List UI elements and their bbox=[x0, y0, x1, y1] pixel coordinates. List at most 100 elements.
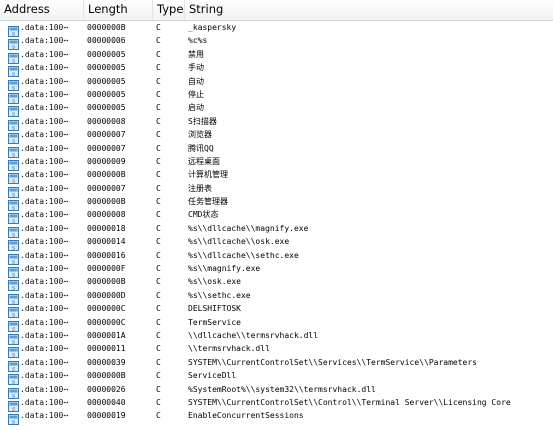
string-cell: EnableConcurrentSessions bbox=[188, 411, 304, 421]
table-row[interactable]: s .data:100⋯ 0000000C C DELSHIFTOSK bbox=[0, 302, 553, 319]
table-row[interactable]: s .data:100⋯ 00000007 C 浏览器 bbox=[0, 128, 553, 144]
column-header-length[interactable]: Length bbox=[84, 0, 153, 20]
address-cell: .data:100⋯ bbox=[20, 210, 69, 220]
column-header-string[interactable]: String bbox=[185, 0, 553, 20]
table-row[interactable]: s .data:100⋯ 0000000C C TermService bbox=[0, 316, 553, 332]
table-row[interactable]: s .data:100⋯ 00000007 C 腾讯QQ bbox=[0, 142, 553, 158]
type-cell: C bbox=[156, 371, 161, 381]
table-row[interactable]: s .data:100⋯ 00000016 C %s\\dllcache\\sethc.… bbox=[0, 249, 553, 265]
address-cell: .data:100⋯ bbox=[20, 304, 69, 314]
address-cell: .data:100⋯ bbox=[20, 130, 69, 140]
string-cell: 停止 bbox=[188, 89, 204, 99]
table-row[interactable]: s .data:100⋯ 00000026 C %SystemRoot%\\system… bbox=[0, 383, 553, 399]
table-row[interactable]: s .data:100⋯ 00000009 C 远程桌面 bbox=[0, 155, 553, 171]
table-row[interactable]: s .data:100⋯ 00000008 C S扫描器 bbox=[0, 115, 553, 131]
string-item-icon: s bbox=[8, 49, 19, 64]
table-row[interactable]: s .data:100⋯ 00000011 C \\termsrvhack.dll bbox=[0, 342, 553, 359]
string-item-icon: s bbox=[8, 384, 19, 399]
address-cell: .data:100⋯ bbox=[20, 290, 69, 300]
length-cell: 0000000D bbox=[87, 290, 126, 300]
length-cell: 0000000C bbox=[87, 317, 126, 327]
address-cell: .data:100⋯ bbox=[20, 344, 69, 354]
string-cell: \\dllcache\\termsrvhack.dll bbox=[188, 330, 319, 340]
string-item-icon: s bbox=[8, 303, 19, 319]
string-cell: SYSTEM\\CurrentControlSet\\Services\\Ter… bbox=[188, 357, 477, 367]
table-row[interactable]: s .data:100⋯ 0000000B C ServiceDll bbox=[0, 369, 553, 385]
table-row[interactable]: s .data:100⋯ 00000005 C 自动 bbox=[0, 75, 553, 91]
address-cell: .data:100⋯ bbox=[20, 183, 69, 193]
address-cell: .data:100⋯ bbox=[20, 357, 69, 367]
length-cell: 00000007 bbox=[87, 183, 126, 193]
length-cell: 00000011 bbox=[87, 344, 126, 354]
column-header-address[interactable]: Address bbox=[0, 0, 84, 20]
string-cell: %SystemRoot%\\system32\\termsrvhack.dll bbox=[188, 384, 376, 394]
string-cell: SYSTEM\\CurrentControlSet\\Control\\Term… bbox=[188, 397, 511, 407]
string-item-icon: s bbox=[8, 62, 19, 77]
address-cell: .data:100⋯ bbox=[20, 170, 69, 180]
length-cell: 00000005 bbox=[87, 76, 126, 86]
table-row[interactable]: s .data:100⋯ 00000005 C 停止 bbox=[0, 88, 553, 104]
type-cell: C bbox=[156, 170, 161, 180]
length-cell: 0000000F bbox=[87, 264, 126, 274]
string-cell: %s\\dllcache\\sethc.exe bbox=[188, 250, 299, 260]
table-row[interactable]: s .data:100⋯ 0000001A C \\dllcache\\termsrvh… bbox=[0, 329, 553, 345]
type-cell: C bbox=[156, 277, 161, 287]
address-cell: .data:100⋯ bbox=[20, 330, 69, 340]
table-row[interactable]: s .data:100⋯ 0000000B C 任务管理器 bbox=[0, 195, 553, 211]
table-row[interactable]: s .data:100⋯ 00000008 C CMD状态 bbox=[0, 208, 553, 225]
table-row[interactable]: s .data:100⋯ 00000006 C %c%s bbox=[0, 34, 553, 51]
address-cell: .data:100⋯ bbox=[20, 103, 69, 113]
table-row[interactable]: s .data:100⋯ 0000000D C %s\\sethc.exe bbox=[0, 289, 553, 305]
string-item-icon: s bbox=[8, 35, 19, 51]
string-cell: %s\\osk.exe bbox=[188, 277, 241, 287]
type-cell: C bbox=[156, 36, 161, 46]
string-cell: 注册表 bbox=[188, 183, 212, 193]
string-item-icon: s bbox=[8, 357, 19, 372]
address-cell: .data:100⋯ bbox=[20, 63, 69, 73]
length-cell: 00000008 bbox=[87, 210, 126, 220]
type-cell: C bbox=[156, 330, 161, 340]
table-row[interactable]: s .data:100⋯ 00000039 C SYSTEM\\CurrentContr… bbox=[0, 356, 553, 372]
length-cell: 00000005 bbox=[87, 89, 126, 99]
table-row[interactable]: s .data:100⋯ 00000019 C EnableConcurrentSess… bbox=[0, 409, 553, 426]
table-row[interactable]: s .data:100⋯ 00000005 C 启动 bbox=[0, 101, 553, 118]
table-row[interactable]: s .data:100⋯ 0000000B C %s\\osk.exe bbox=[0, 275, 553, 292]
type-cell: C bbox=[156, 63, 161, 73]
string-cell: 浏览器 bbox=[188, 130, 212, 140]
string-item-icon: s bbox=[8, 223, 19, 238]
table-row[interactable]: s .data:100⋯ 00000005 C 禁用 bbox=[0, 48, 553, 64]
address-cell: .data:100⋯ bbox=[20, 36, 69, 46]
table-row[interactable]: s .data:100⋯ 00000005 C 手动 bbox=[0, 61, 553, 77]
string-cell: 手动 bbox=[188, 63, 204, 73]
length-cell: 00000008 bbox=[87, 116, 126, 126]
string-item-icon: s bbox=[8, 196, 19, 211]
string-item-icon: s bbox=[8, 129, 19, 144]
string-item-icon: s bbox=[8, 343, 19, 359]
table-row[interactable]: s .data:100⋯ 00000040 C SYSTEM\\CurrentContr… bbox=[0, 396, 553, 412]
table-row[interactable]: s .data:100⋯ 0000000B C 计算机管理 bbox=[0, 168, 553, 185]
length-cell: 00000005 bbox=[87, 49, 126, 59]
type-cell: C bbox=[156, 89, 161, 99]
string-item-icon: s bbox=[8, 156, 19, 171]
table-row[interactable]: s .data:100⋯ 0000000F C %s\\magnify.exe bbox=[0, 262, 553, 278]
length-cell: 0000000B bbox=[87, 197, 126, 207]
string-cell: %s\\sethc.exe bbox=[188, 290, 251, 300]
string-cell: 自动 bbox=[188, 76, 204, 86]
string-item-icon: s bbox=[8, 169, 19, 185]
string-item-icon: s bbox=[8, 209, 19, 225]
type-cell: C bbox=[156, 23, 161, 32]
table-row[interactable]: s .data:100⋯ 00000018 C %s\\dllcache\\magnif… bbox=[0, 222, 553, 238]
length-cell: 0000000B bbox=[87, 23, 126, 32]
column-header-type[interactable]: Type bbox=[153, 0, 185, 20]
table-row[interactable]: s .data:100⋯ 00000014 C %s\\dllcache\\osk.ex… bbox=[0, 235, 553, 252]
address-cell: .data:100⋯ bbox=[20, 384, 69, 394]
address-cell: .data:100⋯ bbox=[20, 156, 69, 166]
string-cell: %s\\dllcache\\osk.exe bbox=[188, 237, 290, 247]
table-row[interactable]: s .data:100⋯ 0000000B C _kaspersky bbox=[0, 21, 553, 37]
length-cell: 00000006 bbox=[87, 36, 126, 46]
table-row[interactable]: s .data:100⋯ 00000007 C 注册表 bbox=[0, 182, 553, 198]
type-cell: C bbox=[156, 317, 161, 327]
string-cell: 远程桌面 bbox=[188, 156, 220, 166]
address-cell: .data:100⋯ bbox=[20, 116, 69, 126]
strings-list: s .data:100⋯ 0000000B C _kaspersky s .data:100… bbox=[0, 21, 553, 426]
